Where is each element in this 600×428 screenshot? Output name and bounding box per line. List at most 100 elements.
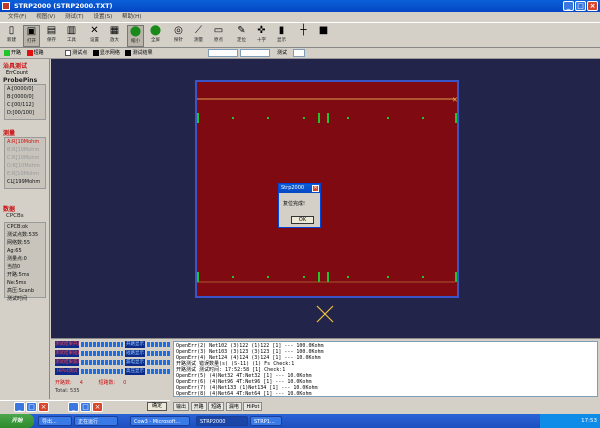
tab-short[interactable]: 短路 [208,402,225,411]
meter-row: 测试结果短路 短路显示 [55,350,173,358]
probe-list: A:[0000/0] B:[0000/0] C:[00/112] D:[00/1… [4,84,46,120]
test-select[interactable] [293,49,305,57]
target-icon: ✎ [237,25,246,36]
home-icon: ▭ [213,25,224,36]
test-pad [267,117,269,119]
toolbar-cross-button[interactable]: ✜ 十字 [253,25,270,47]
test-pad [303,117,305,119]
meter-bar [81,369,123,374]
menu-view[interactable]: 视图(V) [36,12,55,22]
screen-icon: ■ [318,25,329,36]
minimize-button[interactable]: _ [563,1,574,11]
menu-settings[interactable]: 设置(S) [93,12,112,22]
toolbar-measure-button[interactable]: ⟋ 测量 [190,25,207,47]
toolbar-fit-button[interactable]: ⬤ 全屏 [147,25,164,47]
new-icon: ▯ [8,25,15,36]
tab-open[interactable]: 开路 [190,402,207,411]
meter-label: 测试结果漏电 [55,359,79,366]
toolbar-settings-button[interactable]: ✕ 设置 [86,25,103,47]
taskbar-item[interactable]: 正在运行 [74,416,118,426]
test-pad [347,117,349,119]
measure-item[interactable]: D:R[10Mohm [5,162,45,170]
mini2-minimize-button[interactable]: _ [68,402,79,412]
mini-minimize-button[interactable]: _ [14,402,25,412]
test-point-checkbox[interactable] [65,49,72,56]
mini-maximize-button[interactable]: □ [26,402,37,412]
test-pad [267,276,269,278]
toolbar-monitor-button[interactable]: ▮ 显示 [273,25,290,47]
toolbar-zoom-out-button[interactable]: ⬤ 缩小 [127,25,144,47]
test-pad [387,276,389,278]
open-count-value: 4 [79,380,83,386]
pcb-board[interactable]: ✕ ✕ [195,80,459,306]
meter-label: 漏电显示 [125,359,145,366]
result-checkbox[interactable] [125,49,132,56]
toolbar-extra2-button[interactable]: ■ [315,25,332,47]
probe-item[interactable]: A:[0000/0] [5,85,45,93]
measure-item[interactable]: CL[199Mohm [5,178,45,186]
open-icon: ▣ [26,26,37,37]
maximize-button[interactable]: □ [575,1,586,11]
tab-leak[interactable]: 漏电 [225,402,242,411]
fit-icon: ⬤ [149,25,162,36]
taskbar-item[interactable]: Cow3 - Microsoft... [130,416,190,426]
data-heading: 数据 [3,206,16,213]
probe-item[interactable]: C:[00/112] [5,101,45,109]
mini-close-button[interactable]: × [38,402,49,412]
tools-icon: ▥ [66,25,77,36]
status-area: 测试结果开路 开路显示 测试结果短路 短路显示 测试结果漏电 漏电显示 HiPot测试… [51,338,600,400]
toolbar-zoom-in-button[interactable]: ▦ 放大 [106,25,123,47]
menu-help[interactable]: 帮助(H) [122,12,141,22]
probe-item[interactable]: D:[00/100] [5,109,45,117]
confirm-button[interactable]: 确定 [147,402,167,411]
test-label: 测试 [277,50,288,56]
toolbar-save-button[interactable]: ▤ 保存 [43,25,60,47]
mini2-close-button[interactable]: × [92,402,103,412]
net-checkbox[interactable] [92,49,99,56]
data-item: CPCB:ok [7,224,29,230]
mini2-maximize-button[interactable]: □ [80,402,91,412]
meter-label: 测试结果开路 [55,341,79,348]
measure-list: A:R[10Mohm B:R[10Mohm C:R[10Mohm D:R[10M… [4,137,46,189]
taskbar: 开始 导出... 正在运行 Cow3 - Microsoft... STRP20… [0,414,600,428]
toolbar-extra1-button[interactable]: ┼ [295,25,312,47]
taskbar-item[interactable]: STRP1... [250,416,282,426]
measure-item[interactable]: B:R[10Mohm [5,146,45,154]
data-item: 测量点:0 [7,256,27,262]
error-count: ErrCount [6,70,29,76]
taskbar-item[interactable]: STRP2000 [196,416,248,426]
measure-item[interactable]: C:R[10Mohm [5,154,45,162]
meter-row: HiPot测试 高压显示 [55,368,173,376]
test-log[interactable]: OpenErr(2) Net102 (3)122 (1)122 [1] --- … [173,341,598,397]
mode-select[interactable] [208,49,238,57]
start-button[interactable]: 开始 [0,414,34,428]
open-legend-label: 开路 [11,50,22,56]
tab-output[interactable]: 输出 [173,402,190,411]
probe-item[interactable]: B:[0000/0] [5,93,45,101]
menu-file[interactable]: 文件(F) [8,12,26,22]
toolbar-new-button[interactable]: ▯ 新建 [3,25,20,47]
toolbar-open-button[interactable]: ▣ 打开 [23,25,40,47]
toolbar-home-button[interactable]: ▭ 原点 [210,25,227,47]
measure-heading: 测量 [3,130,16,137]
toolbar-tools-button[interactable]: ▥ 工具 [63,25,80,47]
toolbar-target-button[interactable]: ✎ 定位 [233,25,250,47]
measure-item[interactable]: A:R[10Mohm [5,138,45,146]
taskbar-item[interactable]: 导出... [38,416,72,426]
dialog-ok-button[interactable]: OK [291,216,314,224]
probe-icon: ◎ [174,25,183,36]
menu-bar: 文件(F) 视图(V) 测试(T) 设置(S) 帮助(H) [0,12,600,22]
tab-hipot[interactable]: HiPot [243,402,263,411]
toolbar-probe-button[interactable]: ◎ 探针 [170,25,187,47]
close-button[interactable]: × [587,1,598,11]
test-pad [422,276,424,278]
dialog-close-button[interactable]: ✕ [312,185,319,192]
range-select[interactable] [240,49,270,57]
data-item: 测试时间 [7,296,28,302]
menu-test[interactable]: 测试(T) [65,12,84,22]
measure-item[interactable]: E:R[10Mohm [5,170,45,178]
zoom-out-icon: ⬤ [129,26,142,37]
test-pad [196,113,199,123]
open-count-label: 开路数: [55,380,72,386]
data-list: CPCB:ok 测试点数:535 网络数:55 Ag:65 测量点:0 当前0 … [4,222,46,302]
